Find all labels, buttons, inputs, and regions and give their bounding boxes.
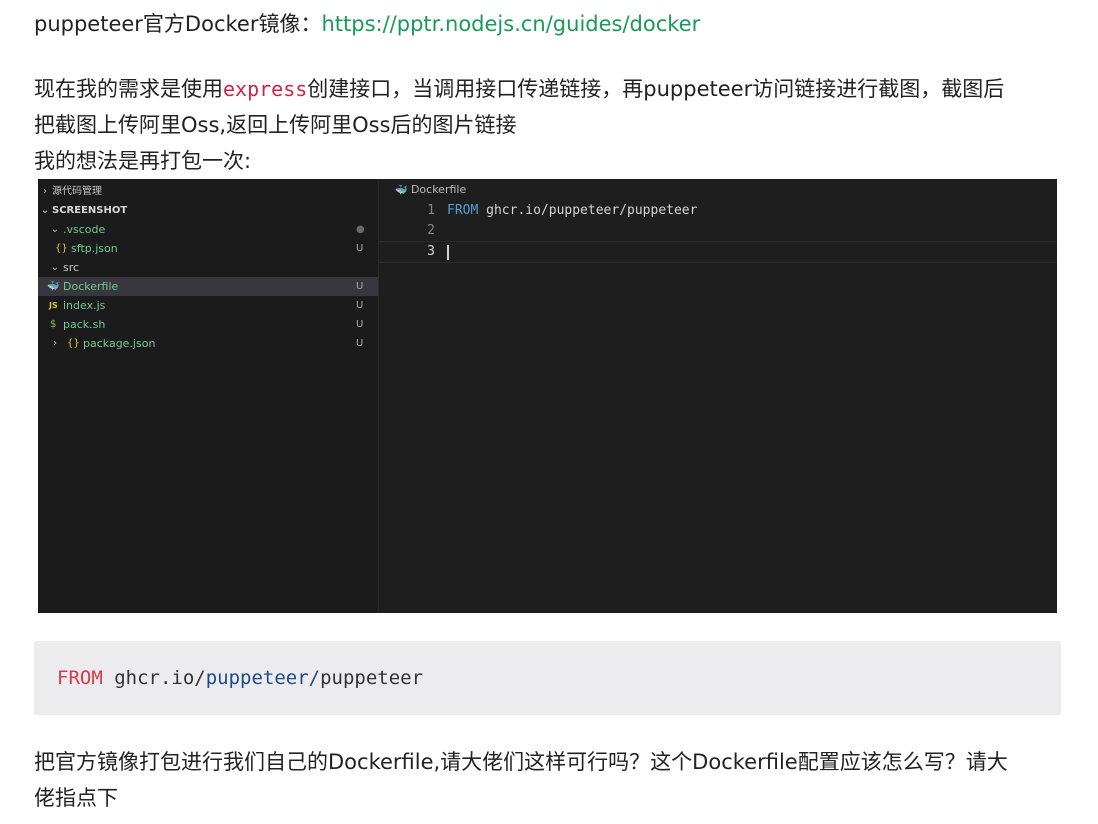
code-block: FROM ghcr.io/puppeteer/puppeteer bbox=[34, 641, 1061, 715]
js-file-icon: JS bbox=[49, 301, 58, 310]
tree-item-label: src bbox=[63, 261, 80, 274]
requirement-line-2: 把截图上传阿里Oss,返回上传阿里Oss后的图片链接 bbox=[34, 113, 517, 137]
modified-dot: ● bbox=[356, 224, 365, 235]
requirement-text-b: 创建接口，当调用接口传递链接，再puppeteer访问链接进行截图，截图后 bbox=[307, 77, 1005, 101]
untracked-status: U bbox=[356, 243, 364, 254]
docker-icon: 🐳 bbox=[395, 185, 408, 196]
shell-file-icon: $ bbox=[50, 319, 57, 330]
tree-item-sftp-json[interactable]: {} sftp.json U bbox=[38, 239, 378, 258]
project-section[interactable]: ⌄ SCREENSHOT bbox=[38, 201, 378, 220]
intro-line: puppeteer官方Docker镜像：https://pptr.nodejs.… bbox=[34, 9, 700, 39]
tree-item-label: sftp.json bbox=[71, 242, 118, 255]
docker-icon: 🐳 bbox=[47, 281, 60, 292]
project-label: SCREENSHOT bbox=[52, 205, 128, 216]
tree-item-label: package.json bbox=[83, 337, 156, 350]
question-line-1: 把官方镜像打包进行我们自己的Dockerfile,请大佬们这样可行吗？这个Doc… bbox=[34, 750, 1008, 774]
code-block-text: FROM ghcr.io/puppeteer/puppeteer bbox=[57, 665, 423, 691]
tree-item-package-json[interactable]: › {} package.json U bbox=[38, 334, 378, 353]
source-control-label: 源代码管理 bbox=[52, 186, 102, 197]
editor-pane[interactable]: 🐳 Dockerfile 1 FROM ghcr.io/puppeteer/pu… bbox=[379, 179, 1057, 613]
editor-tab[interactable]: 🐳 Dockerfile bbox=[395, 183, 466, 196]
inline-code-express: express bbox=[223, 77, 308, 101]
code-keyword: FROM bbox=[57, 667, 103, 689]
code-namespace: puppeteer/ bbox=[205, 667, 321, 689]
line-number: 1 bbox=[427, 203, 435, 218]
explorer-sidebar: › 源代码管理 ⌄ SCREENSHOT ⌄ .vscode ● {} sftp… bbox=[38, 179, 379, 613]
code-text: FROM ghcr.io/puppeteer/puppeteer bbox=[447, 201, 697, 221]
editor-screenshot: › 源代码管理 ⌄ SCREENSHOT ⌄ .vscode ● {} sftp… bbox=[38, 179, 1057, 613]
chevron-down-icon: ⌄ bbox=[50, 224, 60, 235]
untracked-status: U bbox=[356, 300, 364, 311]
code-host: ghcr.io/ bbox=[102, 667, 206, 689]
chevron-right-icon: › bbox=[53, 338, 57, 349]
tree-item-src[interactable]: ⌄ src bbox=[38, 258, 378, 277]
question-line-2: 佬指点下 bbox=[34, 786, 118, 810]
chevron-down-icon: ⌄ bbox=[40, 205, 50, 216]
image-ref: ghcr.io/puppeteer/puppeteer bbox=[478, 203, 698, 218]
chevron-right-icon: › bbox=[43, 186, 47, 197]
line-number: 2 bbox=[427, 223, 435, 238]
text-cursor bbox=[447, 245, 449, 260]
untracked-status: U bbox=[356, 338, 364, 349]
tree-item-dockerfile[interactable]: 🐳 Dockerfile U bbox=[38, 277, 378, 296]
tree-item-pack-sh[interactable]: $ pack.sh U bbox=[38, 315, 378, 334]
tree-item-vscode[interactable]: ⌄ .vscode ● bbox=[38, 220, 378, 239]
chevron-down-icon: ⌄ bbox=[50, 262, 60, 273]
tree-item-label: .vscode bbox=[63, 223, 106, 236]
intro-label: puppeteer官方Docker镜像： bbox=[34, 12, 322, 36]
tree-item-label: Dockerfile bbox=[63, 280, 119, 293]
requirement-text-a: 现在我的需求是使用 bbox=[34, 77, 223, 101]
source-control-section[interactable]: › 源代码管理 bbox=[38, 182, 378, 201]
tab-label: Dockerfile bbox=[410, 183, 467, 196]
idea-line: 我的想法是再打包一次: bbox=[34, 149, 252, 173]
docker-guide-link[interactable]: https://pptr.nodejs.cn/guides/docker bbox=[321, 12, 700, 36]
tree-item-label: index.js bbox=[63, 299, 106, 312]
tree-item-index-js[interactable]: JS index.js U bbox=[38, 296, 378, 315]
code-line-1[interactable]: 1 FROM ghcr.io/puppeteer/puppeteer bbox=[379, 201, 1057, 221]
keyword: FROM bbox=[447, 203, 479, 218]
json-icon: {} bbox=[55, 243, 68, 254]
untracked-status: U bbox=[356, 281, 364, 292]
requirement-line-1: 现在我的需求是使用express创建接口，当调用接口传递链接，再puppetee… bbox=[34, 74, 1004, 104]
tree-item-label: pack.sh bbox=[63, 318, 106, 331]
line-number: 3 bbox=[427, 244, 435, 259]
untracked-status: U bbox=[356, 319, 364, 330]
json-icon: {} bbox=[67, 338, 80, 349]
code-image: puppeteer bbox=[320, 667, 424, 689]
code-line-2[interactable]: 2 bbox=[379, 221, 1057, 241]
code-line-3[interactable]: 3 bbox=[379, 241, 1057, 263]
